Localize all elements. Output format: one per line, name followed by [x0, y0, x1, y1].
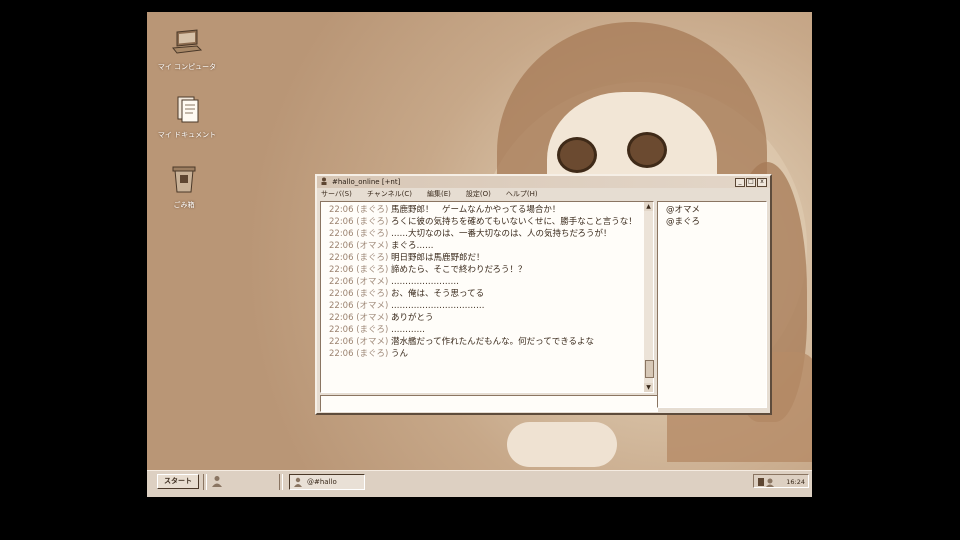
message-text: お、俺は、そう思ってる — [391, 289, 485, 299]
desktop-icon-my-documents[interactable]: マイ ドキュメント — [147, 94, 227, 140]
menu-settings[interactable]: 設定(O) — [466, 189, 491, 199]
chat-message: 22:06 (オマメ) ありがとう — [329, 312, 639, 324]
message-nick: (まぐろ) — [356, 253, 389, 263]
chat-message: 22:06 (まぐろ) うん — [329, 348, 639, 360]
message-text: ろくに彼の気持ちを確めてもいないくせに、勝手なこと言うな！ — [391, 217, 637, 227]
message-nick: (まぐろ) — [356, 217, 389, 227]
message-time: 22:06 — [329, 289, 354, 299]
close-button[interactable]: x — [757, 177, 767, 187]
message-nick: (まぐろ) — [356, 205, 389, 215]
clock: 16:24 — [786, 478, 805, 486]
recycle-bin-icon — [168, 164, 200, 194]
message-nick: (オマメ) — [356, 241, 389, 251]
message-time: 22:06 — [329, 205, 354, 215]
message-input[interactable] — [320, 395, 658, 412]
chat-message: 22:06 (オマメ) …………………………… — [329, 300, 639, 312]
menu-server[interactable]: サーバ(S) — [321, 189, 352, 199]
message-nick: (オマメ) — [356, 337, 389, 347]
desktop-icon-recycle-bin[interactable]: ごみ箱 — [147, 164, 224, 210]
user-list-item[interactable]: @オマメ — [666, 204, 766, 216]
message-nick: (まぐろ) — [356, 229, 389, 239]
message-text: 諦めたら、そこで終わりだろう！？ — [391, 265, 527, 275]
user-list: @オマメ @まぐろ — [657, 201, 767, 408]
message-text: …………………… — [391, 277, 460, 287]
message-time: 22:06 — [329, 301, 354, 311]
message-time: 22:06 — [329, 325, 354, 335]
message-text: 潜水艦だって作れたんだもんな。何だってできるよな — [391, 337, 595, 347]
chat-message: 22:06 (まぐろ) ………… — [329, 324, 639, 336]
start-button[interactable]: スタート — [157, 474, 199, 489]
desktop-icon-label: マイ コンピュータ — [157, 63, 217, 71]
taskbar-item-label: @#hallo — [307, 478, 337, 486]
user-list-item[interactable]: @まぐろ — [666, 216, 766, 228]
message-text: 馬鹿野郎！ ゲームなんかやってる場合か！ — [391, 205, 561, 215]
chat-lines: 22:06 (まぐろ) 馬鹿野郎！ ゲームなんかやってる場合か！ 22:06 (ま… — [321, 202, 639, 360]
minimize-button[interactable]: _ — [735, 177, 745, 187]
menu-bar: サーバ(S) チャンネル(C) 編集(E) 設定(O) ヘルプ(H) — [317, 188, 770, 199]
chat-message: 22:06 (オマメ) まぐろ…… — [329, 240, 639, 252]
message-time: 22:06 — [329, 241, 354, 251]
chat-message: 22:06 (オマメ) 潜水艦だって作れたんだもんな。何だってできるよな — [329, 336, 639, 348]
system-tray: 16:24 — [753, 474, 809, 488]
message-nick: (まぐろ) — [356, 289, 389, 299]
scroll-up-arrow-icon[interactable]: ▲ — [644, 202, 653, 211]
desktop-icon-my-computer[interactable]: マイ コンピュータ — [147, 26, 227, 72]
chat-message: 22:06 (まぐろ) お、俺は、そう思ってる — [329, 288, 639, 300]
maximize-button[interactable]: □ — [746, 177, 756, 187]
chat-message: 22:06 (まぐろ) ……大切なのは、一番大切なのは、人の気持ちだろうが！ — [329, 228, 639, 240]
message-time: 22:06 — [329, 349, 354, 359]
scroll-down-arrow-icon[interactable]: ▼ — [644, 383, 653, 392]
chat-app-icon — [293, 477, 303, 487]
message-text: まぐろ…… — [391, 241, 434, 251]
chat-message: 22:06 (まぐろ) 馬鹿野郎！ ゲームなんかやってる場合か！ — [329, 204, 639, 216]
taskbar-item-hallo[interactable]: @#hallo — [289, 474, 365, 490]
chat-log[interactable]: 22:06 (まぐろ) 馬鹿野郎！ ゲームなんかやってる場合か！ 22:06 (ま… — [320, 201, 654, 393]
desktop-icon-label: ごみ箱 — [173, 201, 195, 209]
message-time: 22:06 — [329, 229, 354, 239]
tray-app-icon[interactable] — [758, 477, 776, 492]
message-nick: (オマメ) — [356, 277, 389, 287]
documents-icon — [171, 94, 203, 124]
app-icon — [320, 177, 328, 187]
taskbar: スタート @#hallo 16:24 — [147, 470, 812, 497]
chat-message: 22:06 (まぐろ) 明日野郎は馬鹿野郎だ！ — [329, 252, 639, 264]
wallpaper-eye-left — [557, 137, 597, 173]
message-time: 22:06 — [329, 265, 354, 275]
window-title: #hallo_online [+nt] — [332, 178, 401, 186]
scroll-thumb[interactable] — [645, 360, 654, 378]
wallpaper-eye-right — [627, 132, 667, 168]
chat-message: 22:06 (まぐろ) ろくに彼の気持ちを確めてもいないくせに、勝手なこと言うな… — [329, 216, 639, 228]
window-titlebar[interactable]: #hallo_online [+nt] _ □ x — [317, 176, 770, 188]
message-text: うん — [391, 349, 409, 359]
message-text: ………… — [391, 325, 426, 335]
chat-window: #hallo_online [+nt] _ □ x サーバ(S) チャンネル(C… — [315, 174, 772, 415]
menu-channel[interactable]: チャンネル(C) — [367, 189, 412, 199]
message-nick: (オマメ) — [356, 313, 389, 323]
message-text: …………………………… — [391, 301, 485, 311]
taskbar-separator — [279, 474, 283, 490]
message-time: 22:06 — [329, 217, 354, 227]
message-time: 22:06 — [329, 253, 354, 263]
message-time: 22:06 — [329, 337, 354, 347]
message-text: ……大切なのは、一番大切なのは、人の気持ちだろうが！ — [391, 229, 612, 239]
message-nick: (まぐろ) — [356, 349, 389, 359]
wallpaper-hand — [507, 422, 617, 467]
message-text: ありがとう — [391, 313, 434, 323]
message-text: 明日野郎は馬鹿野郎だ！ — [391, 253, 485, 263]
message-time: 22:06 — [329, 277, 354, 287]
desktop: マイ コンピュータ マイ ドキュメント ごみ箱 #hallo_online [+… — [147, 12, 812, 497]
menu-help[interactable]: ヘルプ(H) — [506, 189, 538, 199]
message-nick: (オマメ) — [356, 301, 389, 311]
chat-message: 22:06 (まぐろ) 諦めたら、そこで終わりだろう！？ — [329, 264, 639, 276]
taskbar-separator — [203, 474, 207, 490]
quick-launch-chat-icon[interactable] — [211, 475, 223, 487]
computer-icon — [171, 26, 203, 56]
message-nick: (まぐろ) — [356, 265, 389, 275]
desktop-icon-label: マイ ドキュメント — [157, 131, 217, 139]
chat-scrollbar[interactable]: ▲ ▼ — [644, 202, 654, 392]
message-nick: (まぐろ) — [356, 325, 389, 335]
menu-edit[interactable]: 編集(E) — [427, 189, 451, 199]
message-time: 22:06 — [329, 313, 354, 323]
chat-message: 22:06 (オマメ) …………………… — [329, 276, 639, 288]
